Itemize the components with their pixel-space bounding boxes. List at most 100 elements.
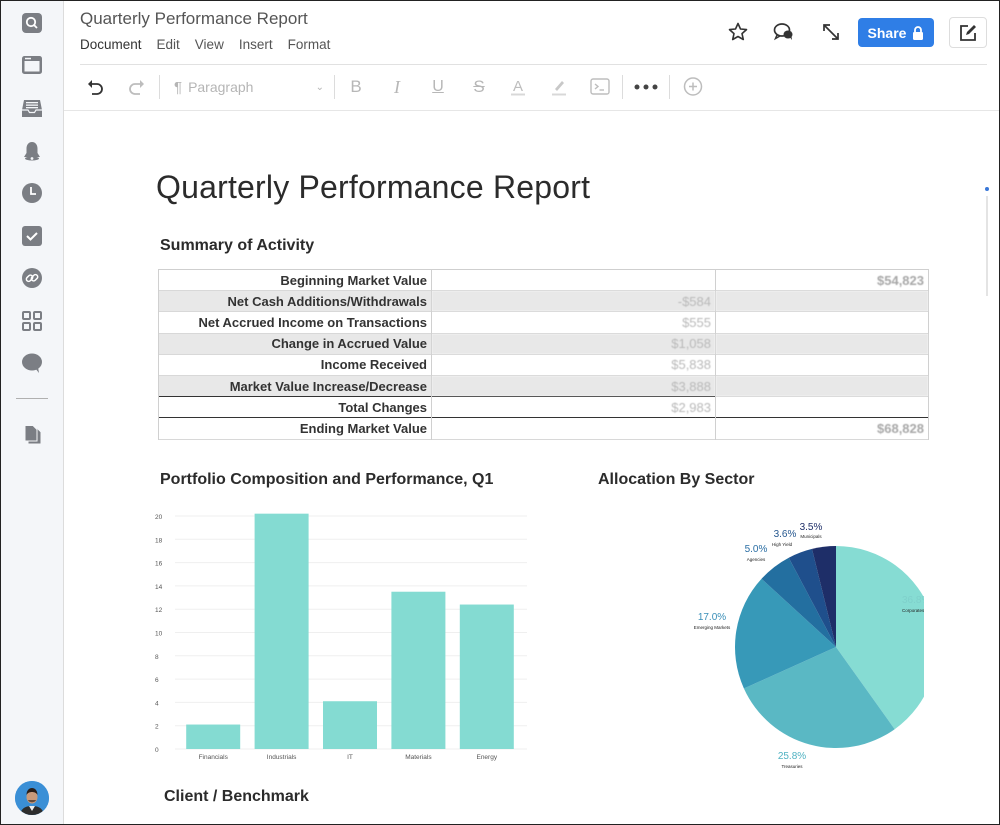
menu-format[interactable]: Format <box>288 37 331 52</box>
pie-category-label: Treasuries <box>781 764 803 768</box>
bold-icon[interactable]: B <box>344 75 368 99</box>
chat-bubble-icon[interactable] <box>21 352 43 374</box>
chevron-down-icon: ⌄ <box>315 81 324 93</box>
inbox-icon[interactable] <box>21 97 43 119</box>
more-options-icon[interactable] <box>632 75 660 99</box>
document-title: Quarterly Performance Report <box>80 9 308 28</box>
star-icon[interactable] <box>727 21 749 43</box>
paragraph-style-value: Paragraph <box>188 79 254 95</box>
menu-edit[interactable]: Edit <box>157 37 180 52</box>
y-tick-label: 6 <box>155 677 159 684</box>
row-total-value <box>715 311 929 334</box>
row-change-value: $555 <box>431 311 716 334</box>
pie-value-label: 25.8% <box>778 751 806 762</box>
documents-icon[interactable] <box>21 423 43 445</box>
bar-it[interactable] <box>323 701 377 749</box>
y-tick-label: 16 <box>155 561 163 568</box>
underline-icon[interactable]: U <box>426 75 450 99</box>
y-tick-label: 18 <box>155 537 163 544</box>
x-tick-label: Industrials <box>267 754 297 761</box>
summary-row: Total Changes $2,983 <box>158 396 929 418</box>
edit-icon <box>960 24 976 41</box>
comments-icon[interactable] <box>773 21 795 43</box>
pie-category-label: Agencies <box>747 557 766 562</box>
code-block-icon[interactable] <box>588 75 612 99</box>
menu-bar: Document Edit View Insert Format <box>80 37 345 52</box>
search-icon[interactable] <box>21 12 43 34</box>
pie-chart: 36.8% Corporates 25.8% Treasuries 17.0% Emerg… <box>694 522 924 768</box>
document-header: Quarterly Performance Report Document Ed… <box>64 1 999 111</box>
summary-row: Market Value Increase/Decrease $3,888 <box>158 375 929 397</box>
summary-table: Beginning Market Value $54,823 Net Cash Ad… <box>158 269 929 440</box>
row-total-value: $68,828 <box>715 417 929 439</box>
italic-icon[interactable]: I <box>385 75 409 99</box>
summary-row: Ending Market Value $68,828 <box>158 417 929 439</box>
lock-icon <box>913 25 924 40</box>
x-tick-label: Financials <box>199 754 229 761</box>
y-tick-label: 2 <box>155 724 159 731</box>
row-change-value: -$584 <box>431 290 716 312</box>
y-tick-label: 8 <box>155 654 159 661</box>
row-change-value <box>431 269 716 291</box>
clock-icon[interactable] <box>21 182 43 204</box>
toolbar-separator <box>622 75 623 99</box>
pie-value-label: 3.5% <box>800 522 823 533</box>
paragraph-style-select[interactable]: ¶ Paragraph ⌄ <box>174 75 324 99</box>
document-body[interactable]: Quarterly Performance Report Summary of … <box>64 111 999 824</box>
report-title: Quarterly Performance Report <box>156 169 591 205</box>
row-total-value: $54,823 <box>715 269 929 291</box>
row-total-value <box>715 333 929 355</box>
sidebar <box>1 1 64 824</box>
scrollbar[interactable] <box>986 196 988 296</box>
bar-financials[interactable] <box>186 724 241 749</box>
text-color-icon[interactable]: A <box>506 75 530 99</box>
highlight-icon[interactable] <box>547 75 571 99</box>
menu-insert[interactable]: Insert <box>239 37 273 52</box>
pie-value-label: 36.8% <box>902 595 924 606</box>
scroll-indicator <box>985 187 989 191</box>
summary-row: Change in Accrued Value $1,058 <box>158 333 929 355</box>
row-change-value: $1,058 <box>431 333 716 355</box>
toolbar-separator <box>334 75 335 99</box>
row-label: Beginning Market Value <box>158 269 432 291</box>
pie-category-label: High Yield <box>772 542 793 547</box>
bar-chart: 0 2 4 6 8 10 12 14 16 18 20 Financials Industrials IT… <box>155 513 527 761</box>
y-tick-label: 20 <box>155 514 163 521</box>
row-label: Market Value Increase/Decrease <box>158 375 432 397</box>
pie-value-label: 17.0% <box>698 612 726 623</box>
redo-icon[interactable] <box>124 75 148 99</box>
share-label: Share <box>867 24 907 41</box>
pilcrow-icon: ¶ <box>174 78 183 96</box>
bar-energy[interactable] <box>459 604 514 749</box>
share-button[interactable]: Share <box>858 18 934 47</box>
task-checkbox-icon[interactable] <box>21 225 43 247</box>
link-icon[interactable] <box>21 267 43 289</box>
expand-icon[interactable] <box>820 21 842 43</box>
summary-heading: Summary of Activity <box>160 237 315 254</box>
row-change-value: $5,838 <box>431 354 716 376</box>
strikethrough-icon[interactable]: S <box>467 75 491 99</box>
edit-button[interactable] <box>949 17 987 48</box>
browser-window-icon[interactable] <box>21 54 43 76</box>
bar-industrials[interactable] <box>254 513 309 749</box>
pie-value-label: 5.0% <box>745 544 768 555</box>
y-tick-label: 12 <box>155 607 163 614</box>
y-tick-label: 0 <box>155 747 159 754</box>
svg-text:A: A <box>513 78 523 95</box>
bar-materials[interactable] <box>391 591 446 749</box>
bell-icon[interactable] <box>21 140 43 162</box>
row-total-value <box>715 375 929 397</box>
menu-document[interactable]: Document <box>80 37 142 52</box>
user-avatar[interactable] <box>15 781 49 815</box>
add-comment-icon[interactable] <box>681 75 705 99</box>
undo-icon[interactable] <box>84 75 108 99</box>
pie-category-label: Municipals <box>800 534 822 539</box>
row-label: Net Accrued Income on Transactions <box>158 311 432 334</box>
x-tick-label: Materials <box>405 754 432 761</box>
toolbar-separator <box>159 75 160 99</box>
summary-row: Net Accrued Income on Transactions $555 <box>158 311 929 334</box>
menu-view[interactable]: View <box>195 37 224 52</box>
pie-chart-heading: Allocation By Sector <box>598 471 755 488</box>
apps-grid-icon[interactable] <box>21 310 43 332</box>
row-label: Net Cash Additions/Withdrawals <box>158 290 432 312</box>
